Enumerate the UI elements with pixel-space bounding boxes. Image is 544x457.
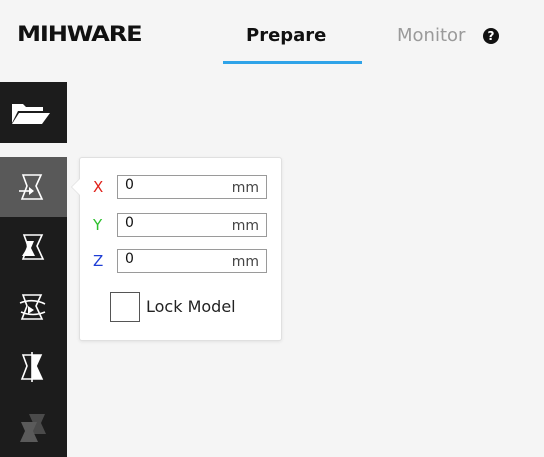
- x-value: 0: [125, 177, 134, 193]
- open-file-button[interactable]: [0, 82, 67, 143]
- question-circle-icon[interactable]: ?: [483, 28, 499, 44]
- y-axis-label: Y: [93, 216, 103, 234]
- move-tool-button[interactable]: [0, 157, 67, 217]
- rotate-icon: [19, 294, 46, 320]
- y-value: 0: [125, 215, 134, 231]
- scale-tool-button[interactable]: [0, 217, 67, 277]
- lock-model-checkbox[interactable]: [110, 292, 140, 322]
- tab-monitor[interactable]: Monitor: [397, 25, 465, 46]
- rotate-tool-button[interactable]: [0, 277, 67, 337]
- z-input[interactable]: 0 mm: [117, 249, 267, 273]
- z-value: 0: [125, 251, 134, 267]
- active-tab-indicator: [223, 61, 362, 64]
- scale-icon: [21, 234, 45, 260]
- tool-sidebar: [0, 157, 67, 457]
- x-input[interactable]: 0 mm: [117, 175, 267, 199]
- app-logo: MIHWARE: [17, 22, 143, 46]
- move-icon: [19, 174, 44, 200]
- multiply-icon: [20, 414, 46, 442]
- z-axis-label: Z: [93, 252, 104, 270]
- x-unit: mm: [231, 180, 259, 196]
- mirror-tool-button[interactable]: [0, 337, 67, 397]
- multiply-tool-button[interactable]: [0, 397, 67, 457]
- z-unit: mm: [231, 254, 259, 270]
- y-input[interactable]: 0 mm: [117, 213, 267, 237]
- header-bar: MIHWARE Prepare Monitor ?: [0, 0, 544, 72]
- y-unit: mm: [231, 218, 259, 234]
- mirror-icon: [20, 352, 44, 382]
- x-axis-label: X: [93, 178, 104, 196]
- move-panel: X 0 mm Y 0 mm Z 0 mm Lock Model: [71, 157, 282, 341]
- tab-prepare[interactable]: Prepare: [246, 25, 326, 46]
- panel-pointer: [71, 178, 80, 196]
- folder-open-icon: [12, 104, 50, 124]
- lock-model-label: Lock Model: [146, 297, 236, 316]
